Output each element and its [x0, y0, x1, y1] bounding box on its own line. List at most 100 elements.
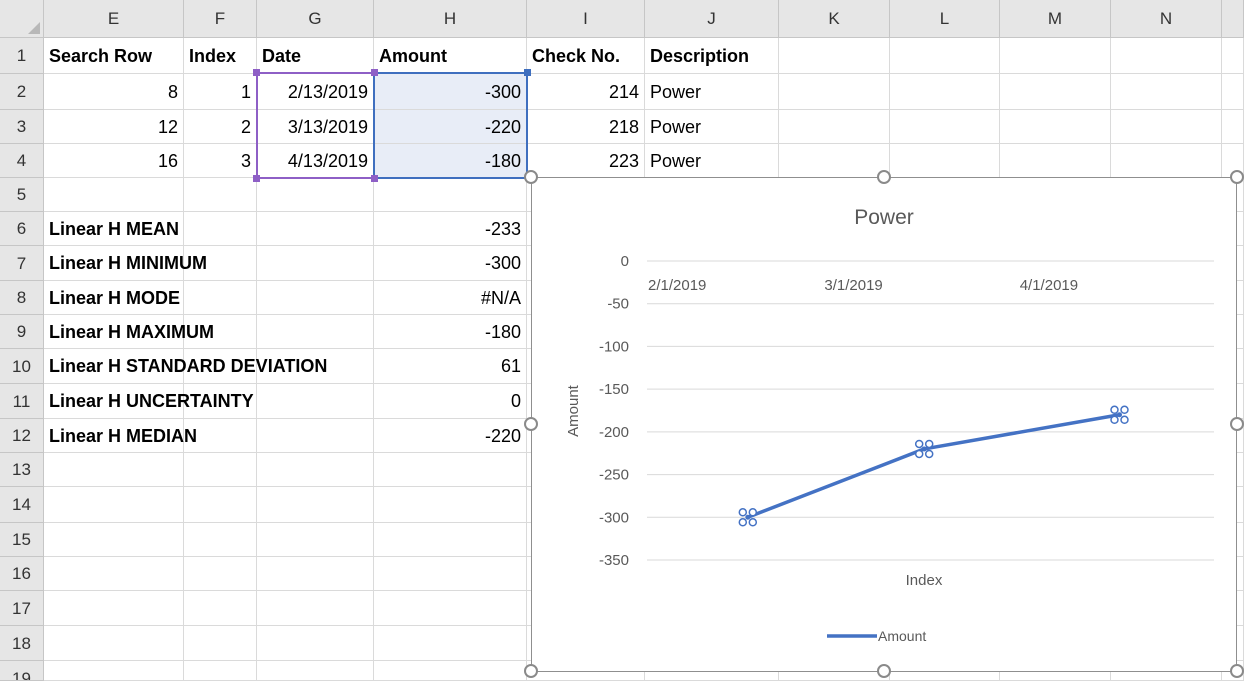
grid-cell[interactable] [890, 38, 1000, 74]
select-all-corner[interactable] [0, 0, 44, 38]
cell-search-row[interactable]: 8 [44, 74, 184, 110]
grid-cell[interactable] [257, 523, 374, 557]
row-header-11[interactable]: 11 [0, 384, 44, 419]
header-index[interactable]: Index [184, 38, 257, 74]
grid-cell[interactable] [779, 74, 890, 110]
grid-cell[interactable] [1222, 110, 1244, 144]
stat-label-standard-deviation[interactable]: Linear H STANDARD DEVIATION [44, 349, 374, 384]
grid-cell[interactable] [44, 661, 184, 681]
grid-cell[interactable] [374, 523, 527, 557]
grid-cell[interactable] [1000, 144, 1111, 178]
cell-search-row[interactable]: 12 [44, 110, 184, 144]
column-header-g[interactable]: G [257, 0, 374, 38]
cell-description[interactable]: Power [645, 144, 779, 178]
row-header-10[interactable]: 10 [0, 349, 44, 384]
grid-cell[interactable] [779, 110, 890, 144]
header-description[interactable]: Description [645, 38, 779, 74]
column-header-e[interactable]: E [44, 0, 184, 38]
stat-value-minimum[interactable]: -300 [374, 246, 527, 281]
grid-cell[interactable] [374, 661, 527, 681]
grid-cell[interactable] [184, 487, 257, 523]
stat-label-mean[interactable]: Linear H MEAN [44, 212, 374, 246]
range-handle[interactable] [524, 69, 531, 76]
stat-value-mode[interactable]: #N/A [374, 281, 527, 315]
grid-cell[interactable] [374, 557, 527, 591]
grid-cell[interactable] [1111, 110, 1222, 144]
column-header-f[interactable]: F [184, 0, 257, 38]
chart-resize-handle[interactable] [877, 664, 891, 678]
stat-value-maximum[interactable]: -180 [374, 315, 527, 349]
grid-cell[interactable] [1000, 110, 1111, 144]
cell-amount[interactable]: -180 [374, 144, 527, 178]
row-header-1[interactable]: 1 [0, 38, 44, 74]
stat-label-mode[interactable]: Linear H MODE [44, 281, 374, 315]
grid-cell[interactable] [44, 557, 184, 591]
range-handle[interactable] [253, 175, 260, 182]
grid-cell[interactable] [44, 591, 184, 626]
chart-resize-handle[interactable] [1230, 170, 1244, 184]
grid-cell[interactable] [184, 626, 257, 661]
header-amount[interactable]: Amount [374, 38, 527, 74]
grid-cell[interactable] [374, 591, 527, 626]
stat-label-uncertainty[interactable]: Linear H UNCERTAINTY [44, 384, 374, 419]
cell-index[interactable]: 2 [184, 110, 257, 144]
row-header-14[interactable]: 14 [0, 487, 44, 523]
chart-resize-handle[interactable] [1230, 664, 1244, 678]
cell-date[interactable]: 3/13/2019 [257, 110, 374, 144]
row-header-18[interactable]: 18 [0, 626, 44, 661]
stat-value-mean[interactable]: -233 [374, 212, 527, 246]
range-handle[interactable] [371, 175, 378, 182]
chart-resize-handle[interactable] [524, 417, 538, 431]
header-search-row[interactable]: Search Row [44, 38, 184, 74]
grid-cell[interactable] [257, 487, 374, 523]
row-header-9[interactable]: 9 [0, 315, 44, 349]
grid-cell[interactable] [184, 557, 257, 591]
grid-cell[interactable] [890, 110, 1000, 144]
cell-check-no[interactable]: 223 [527, 144, 645, 178]
row-header-8[interactable]: 8 [0, 281, 44, 315]
grid-cell[interactable] [1000, 38, 1111, 74]
grid-cell[interactable] [1111, 74, 1222, 110]
chart-resize-handle[interactable] [1230, 417, 1244, 431]
row-header-12[interactable]: 12 [0, 419, 44, 453]
grid-cell[interactable] [890, 144, 1000, 178]
stat-label-median[interactable]: Linear H MEDIAN [44, 419, 374, 453]
row-header-15[interactable]: 15 [0, 523, 44, 557]
header-check-no[interactable]: Check No. [527, 38, 645, 74]
column-header-k[interactable]: K [779, 0, 890, 38]
grid-cell[interactable] [257, 178, 374, 212]
stat-value-standard-deviation[interactable]: 61 [374, 349, 527, 384]
grid-cell[interactable] [44, 487, 184, 523]
stat-label-maximum[interactable]: Linear H MAXIMUM [44, 315, 374, 349]
grid-cell[interactable] [374, 178, 527, 212]
chart-resize-handle[interactable] [524, 170, 538, 184]
row-header-4[interactable]: 4 [0, 144, 44, 178]
grid-cell[interactable] [257, 453, 374, 487]
line-chart[interactable]: Power 0 -50 -100 -150 -200 -250 -300 -350 2/1/201… [531, 177, 1237, 672]
row-header-6[interactable]: 6 [0, 212, 44, 246]
cell-amount[interactable]: -220 [374, 110, 527, 144]
cell-check-no[interactable]: 214 [527, 74, 645, 110]
grid-cell[interactable] [257, 557, 374, 591]
grid-cell[interactable] [184, 591, 257, 626]
grid-cell[interactable] [1222, 74, 1244, 110]
stat-value-uncertainty[interactable]: 0 [374, 384, 527, 419]
row-header-13[interactable]: 13 [0, 453, 44, 487]
cell-check-no[interactable]: 218 [527, 110, 645, 144]
grid-cell[interactable] [890, 74, 1000, 110]
column-header-i[interactable]: I [527, 0, 645, 38]
grid-cell[interactable] [257, 661, 374, 681]
grid-cell[interactable] [779, 38, 890, 74]
grid-cell[interactable] [184, 453, 257, 487]
column-header-o[interactable] [1222, 0, 1244, 38]
grid-cell[interactable] [44, 523, 184, 557]
row-header-16[interactable]: 16 [0, 557, 44, 591]
row-header-17[interactable]: 17 [0, 591, 44, 626]
grid-cell[interactable] [184, 661, 257, 681]
stat-value-median[interactable]: -220 [374, 419, 527, 453]
grid-cell[interactable] [374, 487, 527, 523]
grid-cell[interactable] [374, 626, 527, 661]
column-header-m[interactable]: M [1000, 0, 1111, 38]
grid-cell[interactable] [184, 523, 257, 557]
cell-index[interactable]: 1 [184, 74, 257, 110]
